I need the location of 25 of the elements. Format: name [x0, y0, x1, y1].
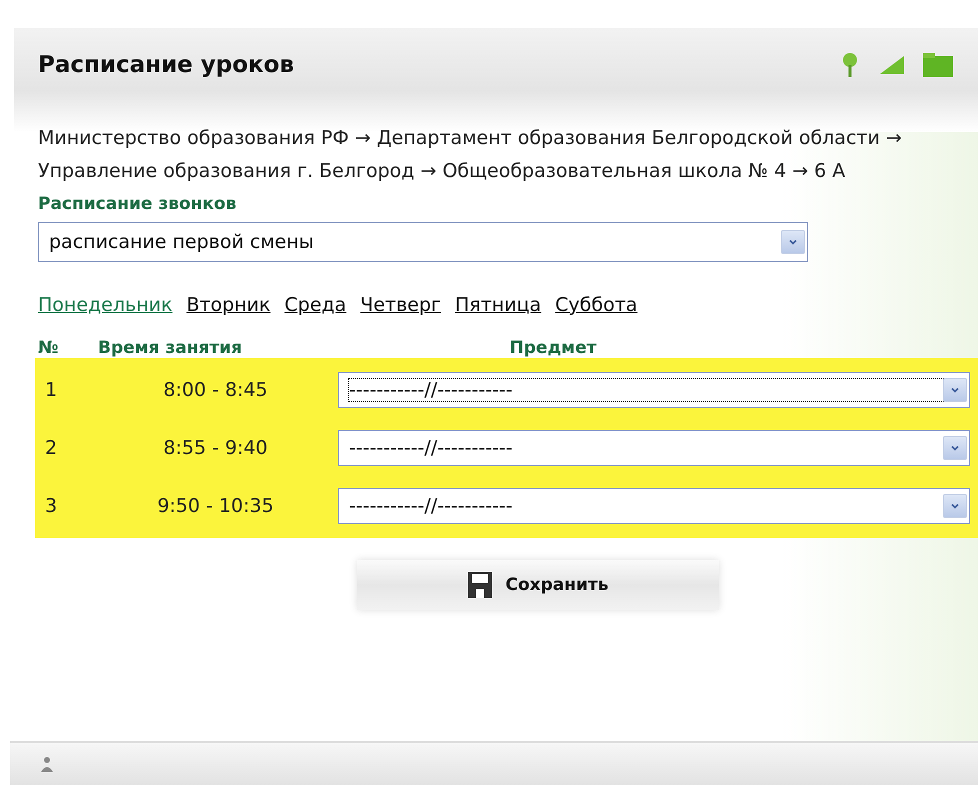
window-title: Расписание уроков: [38, 52, 296, 78]
lesson-number: 3: [44, 495, 58, 517]
day-tab[interactable]: Среда: [284, 294, 346, 316]
dropdown-field[interactable]: -----------//-----------: [338, 488, 970, 524]
dropdown-field[interactable]: -----------//-----------: [338, 430, 970, 466]
day-tab[interactable]: Суббота: [555, 294, 638, 316]
folder-icon[interactable]: [922, 52, 954, 78]
day-tab[interactable]: Вторник: [186, 294, 270, 316]
day-tab[interactable]: Пятница: [455, 294, 542, 316]
lesson-time: 8:55 - 9:40: [162, 437, 269, 459]
person-icon: [40, 756, 54, 772]
column-header: №: [38, 338, 60, 358]
day-tab[interactable]: Понедельник: [38, 294, 172, 316]
lesson-number: 2: [44, 437, 58, 459]
lesson-number: 1: [44, 379, 58, 401]
column-header: Время занятия: [98, 338, 244, 358]
lesson-time: 9:50 - 10:35: [156, 495, 275, 517]
column-header: Предмет: [508, 338, 598, 358]
dropdown-field[interactable]: -----------//-----------: [338, 372, 970, 408]
field-label: Расписание звонков: [38, 194, 238, 214]
lesson-time: 8:00 - 8:45: [162, 379, 269, 401]
breadcrumb-text: Министерство образования РФ → Департамент образования Белгородской области → Управление образования г. Белгород → Общеобразовательная школа № 4 → 6 А: [38, 126, 903, 184]
dropdown-field[interactable]: расписание первой смены: [38, 222, 808, 262]
save-button[interactable]: Сохранить: [357, 560, 719, 610]
day-tab[interactable]: Четверг: [360, 294, 442, 316]
